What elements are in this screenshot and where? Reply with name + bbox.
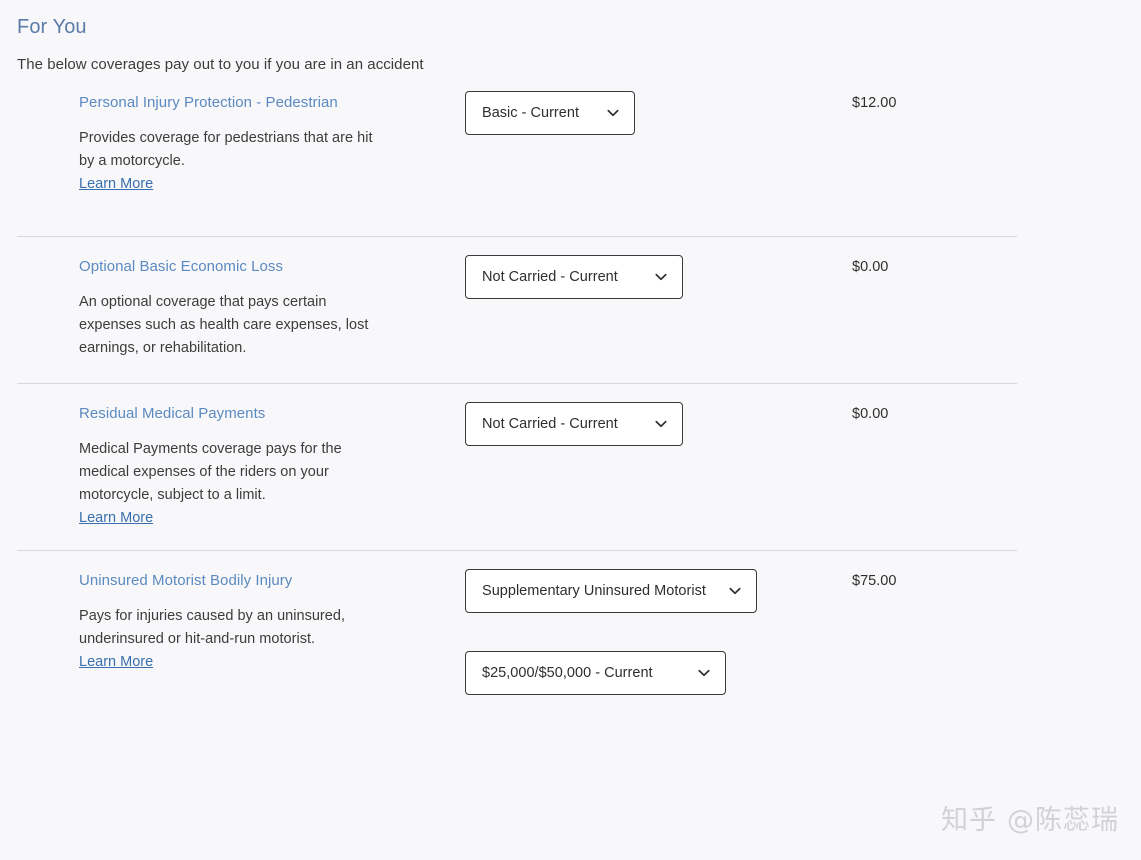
- coverage-info: Personal Injury Protection - Pedestrian P…: [79, 91, 465, 196]
- coverage-info: Uninsured Motorist Bodily Injury Pays for…: [79, 569, 465, 674]
- coverage-controls: Not Carried - Current: [465, 402, 851, 446]
- coverage-name-link[interactable]: Uninsured Motorist Bodily Injury: [79, 571, 292, 591]
- coverage-price: $12.00: [851, 91, 1141, 112]
- coverage-controls: Basic - Current: [465, 91, 851, 135]
- coverage-price: $0.00: [851, 402, 1141, 423]
- page-header: For You The below coverages pay out to y…: [0, 0, 1141, 75]
- coverage-info: Residual Medical Payments Medical Payment…: [79, 402, 465, 530]
- chevron-down-icon: [729, 587, 741, 595]
- coverage-select-2-1[interactable]: Not Carried - Current: [465, 255, 683, 299]
- coverage-select-label: Not Carried - Current: [482, 416, 618, 432]
- learn-more-link[interactable]: Learn More: [79, 651, 153, 674]
- coverage-controls: Supplementary Uninsured Motorist $25,000/…: [465, 569, 851, 695]
- coverage-row: Optional Basic Economic Loss An optional …: [0, 237, 1141, 383]
- coverage-info: Optional Basic Economic Loss An optional …: [79, 255, 465, 360]
- coverage-select-3-1[interactable]: Not Carried - Current: [465, 402, 683, 446]
- coverage-description: Medical Payments coverage pays for the m…: [79, 441, 342, 503]
- coverage-controls: Not Carried - Current: [465, 255, 851, 299]
- price-value: $0.00: [852, 406, 889, 422]
- chevron-down-icon: [698, 669, 710, 677]
- learn-more-link[interactable]: Learn More: [79, 173, 153, 196]
- chevron-down-icon: [607, 109, 619, 117]
- watermark-user: @陈蕊瑞: [1007, 805, 1119, 836]
- watermark: 知乎 @陈蕊瑞: [941, 806, 1119, 836]
- coverage-name-link[interactable]: Optional Basic Economic Loss: [79, 257, 283, 277]
- learn-more-link[interactable]: Learn More: [79, 507, 153, 530]
- coverage-select-label: $25,000/$50,000 - Current: [482, 665, 653, 681]
- watermark-site: 知乎: [941, 805, 997, 836]
- coverage-description: An optional coverage that pays certain e…: [79, 294, 369, 356]
- coverage-name-link[interactable]: Residual Medical Payments: [79, 404, 265, 424]
- coverage-row: Personal Injury Protection - Pedestrian P…: [0, 91, 1141, 236]
- price-value: $12.00: [852, 95, 897, 111]
- price-value: $75.00: [852, 573, 897, 589]
- coverage-select-1-1[interactable]: Basic - Current: [465, 91, 635, 135]
- coverage-description: Provides coverage for pedestrians that a…: [79, 130, 373, 169]
- coverage-price: $75.00: [851, 569, 1141, 590]
- price-value: $0.00: [852, 259, 889, 275]
- coverage-description: Pays for injuries caused by an uninsured…: [79, 608, 345, 647]
- coverage-select-4-1[interactable]: Supplementary Uninsured Motorist: [465, 569, 757, 613]
- coverage-select-label: Supplementary Uninsured Motorist: [482, 583, 706, 599]
- coverage-price: $0.00: [851, 255, 1141, 276]
- coverage-row: Uninsured Motorist Bodily Injury Pays for…: [0, 551, 1141, 698]
- coverage-list: Personal Injury Protection - Pedestrian P…: [0, 91, 1141, 698]
- chevron-down-icon: [655, 273, 667, 281]
- coverage-select-label: Not Carried - Current: [482, 269, 618, 285]
- page-subtitle: The below coverages pay out to you if yo…: [17, 56, 424, 73]
- chevron-down-icon: [655, 420, 667, 428]
- coverage-select-4-2[interactable]: $25,000/$50,000 - Current: [465, 651, 726, 695]
- coverage-select-label: Basic - Current: [482, 105, 579, 121]
- coverage-name-link[interactable]: Personal Injury Protection - Pedestrian: [79, 93, 338, 113]
- coverage-row: Residual Medical Payments Medical Payment…: [0, 384, 1141, 550]
- page-title: For You: [17, 16, 87, 38]
